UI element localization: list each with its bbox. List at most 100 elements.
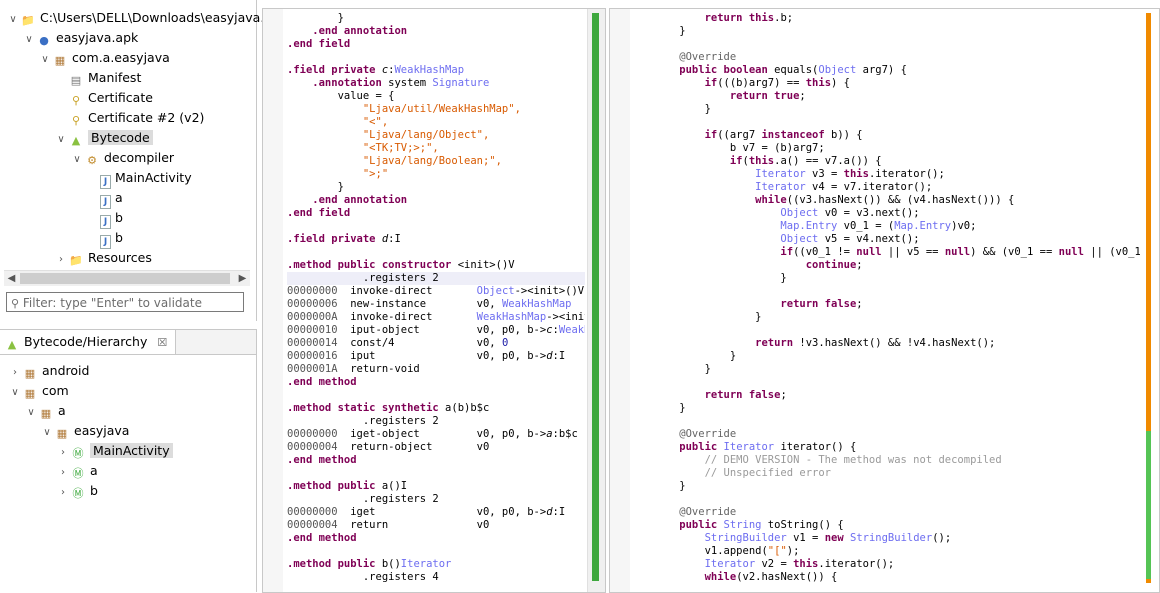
code-token: 00000006 <box>287 298 351 310</box>
code-token: v2 = <box>755 558 794 570</box>
tree-item[interactable]: Ja <box>86 188 123 209</box>
code-token: this <box>843 168 869 180</box>
tree-item[interactable]: Jb <box>86 228 123 249</box>
code-token: .iterator(); <box>818 558 895 570</box>
tree-item[interactable]: ∨ ▦ com <box>8 381 68 403</box>
code-token: :I <box>388 233 401 245</box>
tree-item[interactable]: J MainActivity <box>86 168 192 189</box>
code-token: ) && (v0_1 == <box>970 246 1059 258</box>
chevron-down-icon[interactable]: ∨ <box>70 150 84 170</box>
chevron-down-icon[interactable]: ∨ <box>40 423 54 443</box>
chevron-down-icon[interactable]: ∨ <box>8 383 22 403</box>
code-token: Signature <box>432 77 490 89</box>
scroll-left-icon[interactable]: ◀ <box>4 271 19 286</box>
code-line: Object v0 = v3.next(); <box>654 207 1140 220</box>
chevron-right-icon[interactable]: › <box>56 443 70 463</box>
code-token: iterator() { <box>774 441 857 453</box>
java-decompiled-editor[interactable]: return this.b; } @Override public boolea… <box>609 8 1160 593</box>
tree-item[interactable]: ∨ ▦ a <box>24 401 65 423</box>
tree-item[interactable]: ∨ ▦ com.a.easyjava <box>38 48 170 70</box>
code-line: Iterator v2 = this.iterator(); <box>654 558 1140 571</box>
code-token: a()I <box>381 480 408 492</box>
tree-item-label: com.a.easyjava <box>72 50 170 65</box>
code-token: :I <box>552 350 566 362</box>
java-overview-ruler[interactable] <box>1146 13 1151 583</box>
code-token: .registers 2 <box>287 272 439 284</box>
tree-item[interactable]: › ▦ android <box>8 361 89 381</box>
manifest-icon: ▤ <box>70 74 82 87</box>
code-line: } <box>654 350 1140 363</box>
code-token: 0000001A <box>287 363 351 375</box>
code-line: } <box>287 181 585 194</box>
code-token: v1 = <box>786 532 825 544</box>
filter-input[interactable]: ⚲ Filter: type "Enter" to validate <box>6 292 244 312</box>
smali-overview-ruler[interactable] <box>587 9 605 592</box>
close-icon[interactable]: ☒ <box>157 336 167 349</box>
tree-item[interactable]: › Ⓜ MainActivity <box>56 441 173 461</box>
scroll-right-icon[interactable]: ▶ <box>235 271 250 286</box>
tab-bytecode-hierarchy[interactable]: ▲ Bytecode/Hierarchy ☒ <box>0 330 177 354</box>
code-line: "Ljava/lang/Object", <box>287 129 585 142</box>
code-line: "<", <box>287 116 585 129</box>
code-line: .end annotation <box>287 25 585 38</box>
chevron-down-icon[interactable]: ∨ <box>22 30 36 50</box>
chevron-down-icon[interactable]: ∨ <box>54 130 68 150</box>
code-line: .method static synthetic a(b)b$c <box>287 402 585 415</box>
chevron-down-icon[interactable]: ∨ <box>38 50 52 70</box>
tree-item[interactable]: Jb <box>86 208 123 229</box>
horizontal-scrollbar[interactable]: ◀ ▶ <box>4 270 250 286</box>
package-icon: ▦ <box>56 427 68 440</box>
tree-item[interactable]: ∨ ⚙ decompiler <box>70 148 174 168</box>
code-line: 00000014 const/4 v0, 0 <box>287 337 585 350</box>
chevron-right-icon[interactable]: › <box>54 250 68 270</box>
tree-item[interactable]: › Ⓜb <box>56 481 98 501</box>
tree-item[interactable]: ▤ Manifest <box>54 68 142 88</box>
code-token: null <box>944 246 971 258</box>
code-line: .end method <box>287 376 585 389</box>
tree-item[interactable]: ⚲ Certificate #2 (v2) <box>54 108 204 128</box>
code-token: } <box>654 480 686 492</box>
code-token: (v2.hasNext()) { <box>736 571 838 583</box>
code-line: return true; <box>654 90 1140 103</box>
tree-item[interactable]: › Ⓜa <box>56 461 98 481</box>
java-code[interactable]: return this.b; } @Override public boolea… <box>654 12 1140 585</box>
java-gutter <box>610 9 630 592</box>
tree-item-label: MainActivity <box>90 443 173 458</box>
code-token: this <box>748 155 775 167</box>
code-token: .method public <box>287 480 382 492</box>
code-token: .registers 4 <box>287 571 439 583</box>
tree-item[interactable]: ⚲ Certificate <box>54 88 153 108</box>
tree-item[interactable]: ∨ ▲ Bytecode <box>54 128 153 148</box>
smali-code[interactable]: } .end annotation .end field .field privat… <box>287 12 585 585</box>
code-line: @Override <box>654 51 1140 64</box>
class-icon: Ⓜ <box>72 487 84 500</box>
scrollbar-thumb[interactable] <box>20 273 230 284</box>
code-token: Iterator <box>654 181 806 193</box>
tree-item[interactable]: › 📁 Resources <box>54 248 152 268</box>
smali-editor[interactable]: } .end annotation .end field .field privat… <box>262 8 606 593</box>
code-token: iget-object v0, p0, b-> <box>350 428 547 440</box>
chevron-down-icon[interactable]: ∨ <box>24 403 38 423</box>
tree-item[interactable]: ∨ ▦ easyjava <box>40 421 129 441</box>
code-line: // DEMO VERSION - The method was not dec… <box>654 454 1140 467</box>
chevron-right-icon[interactable]: › <box>56 483 70 503</box>
code-token: :I <box>552 506 566 518</box>
code-token: null <box>856 246 882 258</box>
code-line: if((arg7 instanceof b)) { <box>654 129 1140 142</box>
tree-item[interactable]: ∨ 📁 C:\Users\DELL\Downloads\easyjava. <box>6 8 264 28</box>
code-token: .method static synthetic <box>287 402 446 414</box>
tree-item[interactable]: ∨ ● easyjava.apk <box>22 28 138 48</box>
code-token: StringBuilder <box>850 532 933 544</box>
apk-icon: ● <box>39 34 49 47</box>
code-token: WeakHas <box>558 324 585 336</box>
chevron-down-icon[interactable]: ∨ <box>6 10 20 30</box>
code-token: "Ljava/lang/Object", <box>287 129 490 141</box>
chevron-right-icon[interactable]: › <box>56 463 70 483</box>
code-token: iput-object v0, p0, b-> <box>350 324 547 336</box>
tree-item-label: a <box>115 190 123 205</box>
code-token: StringBuilder <box>654 532 787 544</box>
tree-item-label: Manifest <box>88 70 142 85</box>
code-line: .end annotation <box>287 194 585 207</box>
chevron-right-icon[interactable]: › <box>8 363 22 383</box>
